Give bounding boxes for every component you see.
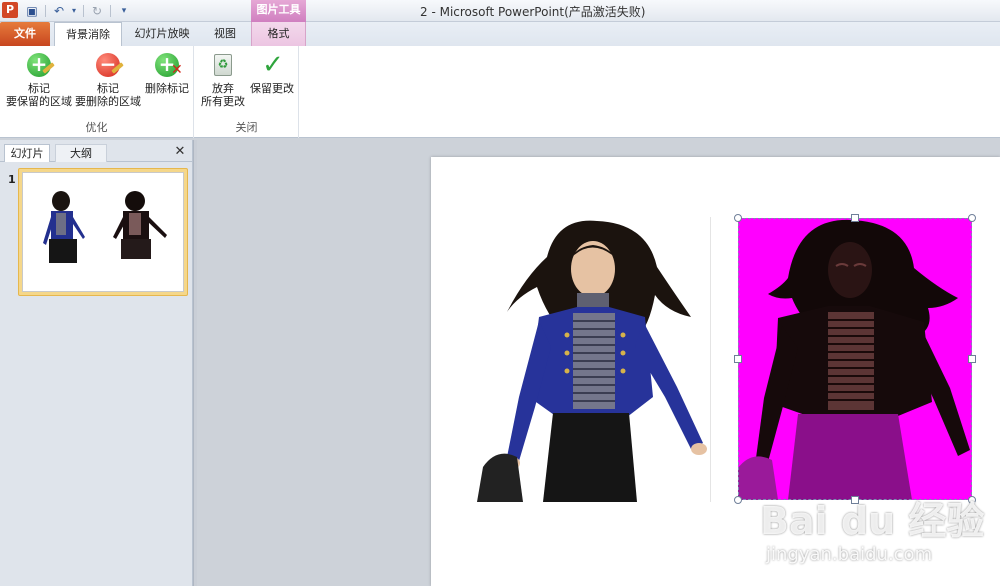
keep-changes-button[interactable]: ✓ 保留更改 — [247, 50, 297, 95]
customize-qat-icon[interactable]: ▾ — [116, 3, 132, 19]
ribbon: + 标记 要保留的区域 − 标记 要删除的区域 + ✕ 删除标记 优化 ♻ 放弃 … — [0, 46, 1000, 138]
delete-mark-button[interactable]: + ✕ 删除标记 — [142, 50, 192, 95]
delete-mark-icon: + ✕ — [152, 50, 183, 80]
quick-access-toolbar: ▣ ↶ ▾ ↻ ▾ — [24, 3, 132, 19]
tab-outline[interactable]: 大纲 — [55, 144, 107, 162]
mark-keep-icon: + — [24, 50, 55, 80]
picture-tools-context-header: 图片工具 — [251, 0, 306, 22]
resize-handle-top-right[interactable] — [968, 214, 976, 222]
slide-editing-area — [197, 140, 1000, 586]
original-photo[interactable] — [477, 217, 709, 502]
undo-icon[interactable]: ↶ — [51, 3, 67, 19]
tab-file[interactable]: 文件 — [0, 22, 50, 46]
checkmark-icon: ✓ — [262, 50, 284, 80]
ribbon-group-close: ♻ 放弃 所有更改 ✓ 保留更改 关闭 — [195, 46, 299, 138]
qat-separator — [83, 5, 84, 17]
resize-handle-right[interactable] — [968, 355, 976, 363]
tab-slides[interactable]: 幻灯片 — [4, 144, 50, 162]
tab-format[interactable]: 格式 — [251, 22, 306, 46]
resize-handle-top[interactable] — [851, 214, 859, 222]
selection-bounding-box — [738, 218, 972, 500]
qat-separator — [110, 5, 111, 17]
discard-label-2: 所有更改 — [201, 95, 245, 108]
resize-handle-bottom-right[interactable] — [968, 496, 976, 504]
refine-group-label: 优化 — [85, 121, 108, 134]
resize-handle-bottom-left[interactable] — [734, 496, 742, 504]
mark-remove-label-1: 标记 — [97, 82, 119, 95]
thumbnail-preview-image — [43, 191, 167, 263]
window-title: 2 - Microsoft PowerPoint(产品激活失败) — [420, 5, 646, 19]
redo-icon[interactable]: ↻ — [89, 3, 105, 19]
qat-separator — [45, 5, 46, 17]
resize-handle-top-left[interactable] — [734, 214, 742, 222]
discard-recycle-icon: ♻ — [208, 50, 238, 80]
title-bar: P ▣ ↶ ▾ ↻ ▾ 图片工具 2 - Microsoft PowerPoin… — [0, 0, 1000, 22]
tab-view[interactable]: 视图 — [203, 22, 247, 46]
tab-slideshow[interactable]: 幻灯片放映 — [126, 22, 198, 46]
mark-remove-label-2: 要删除的区域 — [75, 95, 141, 108]
discard-all-changes-button[interactable]: ♻ 放弃 所有更改 — [199, 50, 247, 108]
close-group-label: 关闭 — [235, 121, 258, 134]
keep-changes-label: 保留更改 — [250, 82, 294, 95]
slide-number: 1 — [8, 173, 16, 186]
discard-label-1: 放弃 — [212, 82, 234, 95]
ribbon-group-refine: + 标记 要保留的区域 − 标记 要删除的区域 + ✕ 删除标记 优化 — [0, 46, 194, 138]
slide-thumbnail-selected[interactable] — [18, 168, 188, 296]
tab-background-removal[interactable]: 背景消除 — [54, 22, 122, 46]
mark-areas-to-keep-button[interactable]: + 标记 要保留的区域 — [4, 50, 74, 108]
slide-thumbnail[interactable] — [22, 172, 184, 292]
mark-areas-to-remove-button[interactable]: − 标记 要删除的区域 — [74, 50, 142, 108]
pane-tabs: 幻灯片 大纲 ✕ — [0, 142, 193, 162]
mark-keep-label-2: 要保留的区域 — [6, 95, 72, 108]
alignment-guide — [710, 217, 711, 502]
ribbon-tab-strip: 文件 背景消除 幻灯片放映 视图 格式 — [0, 22, 1000, 46]
save-icon[interactable]: ▣ — [24, 3, 40, 19]
close-pane-icon[interactable]: ✕ — [173, 144, 187, 160]
slide-canvas[interactable] — [431, 157, 1000, 586]
mark-keep-label-1: 标记 — [28, 82, 50, 95]
delete-mark-label: 删除标记 — [145, 82, 189, 95]
powerpoint-app-icon[interactable]: P — [2, 2, 18, 18]
resize-handle-bottom[interactable] — [851, 496, 859, 504]
mark-remove-icon: − — [93, 50, 124, 80]
resize-handle-left[interactable] — [734, 355, 742, 363]
undo-dropdown-icon[interactable]: ▾ — [70, 3, 78, 19]
slides-pane: 幻灯片 大纲 ✕ 1 — [0, 140, 193, 586]
